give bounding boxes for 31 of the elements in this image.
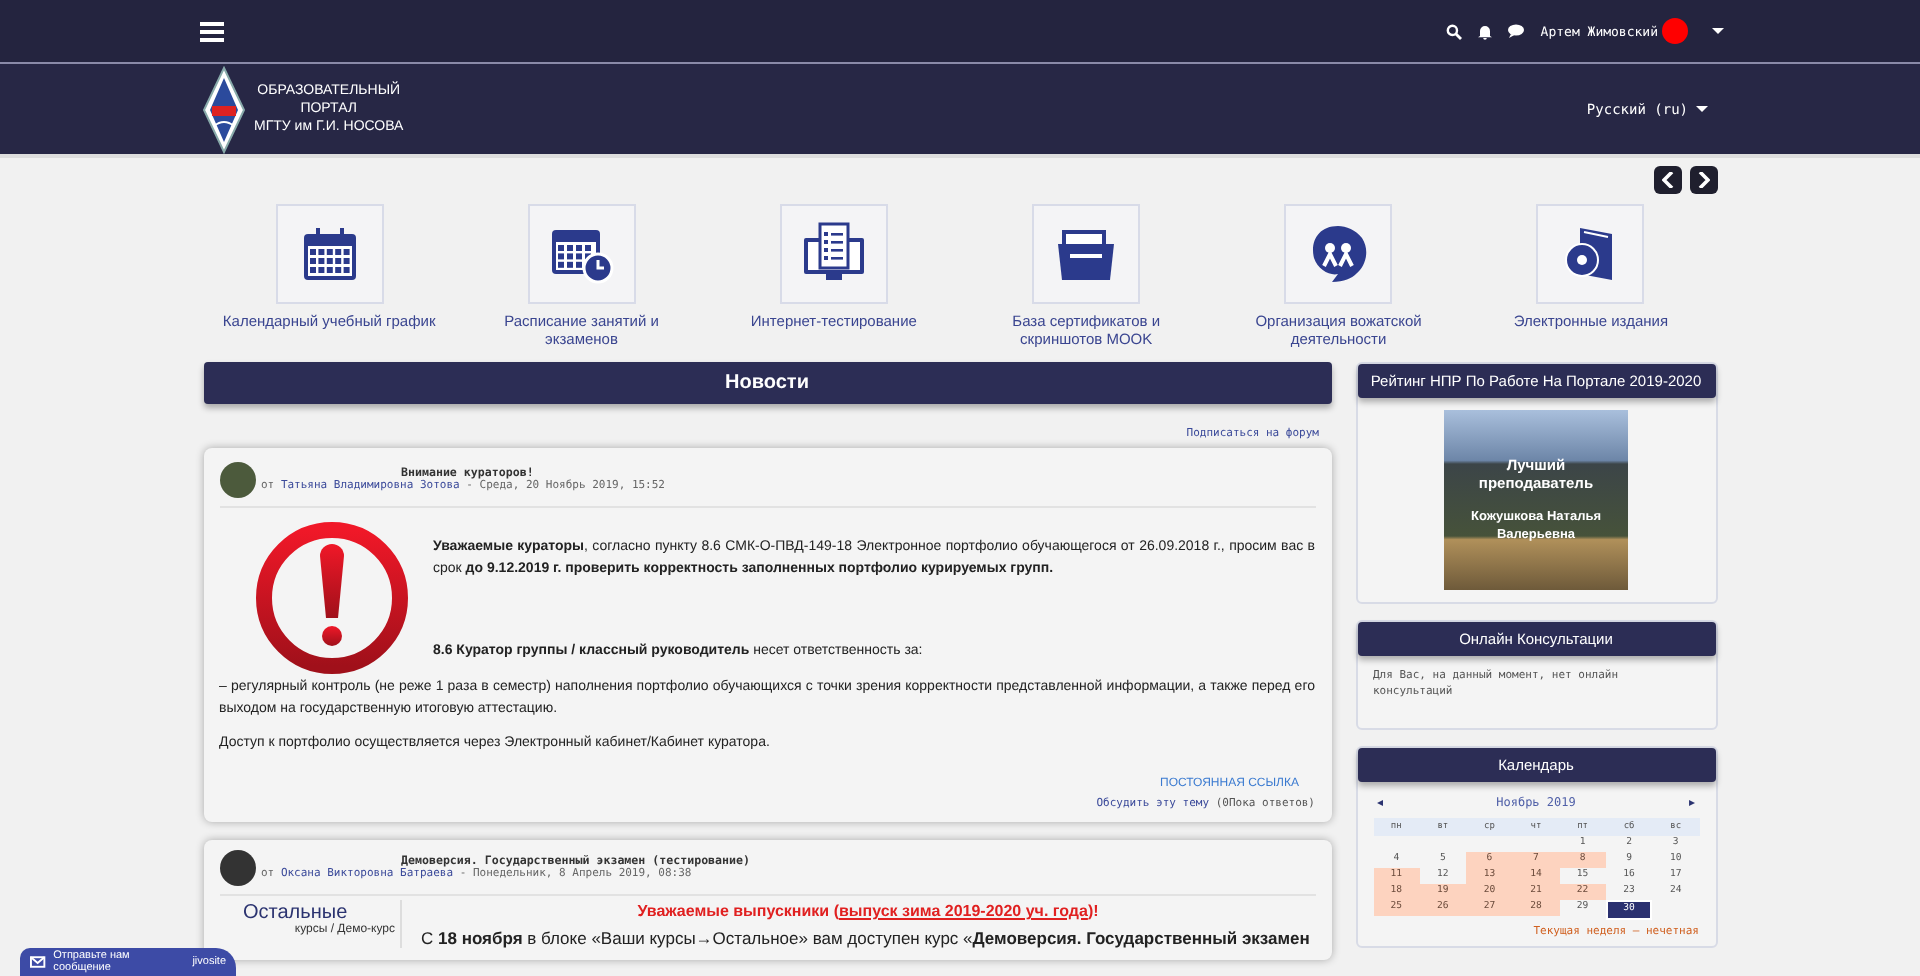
exclamation-icon	[253, 520, 409, 676]
tile-icon-box[interactable]	[779, 204, 888, 304]
calendar-icon	[299, 224, 360, 284]
search-icon[interactable]	[1446, 23, 1463, 39]
logo-icon[interactable]	[202, 65, 246, 153]
menu-icon[interactable]	[200, 21, 224, 41]
envelope-icon	[30, 956, 46, 968]
monitor-checklist-icon	[801, 222, 866, 286]
chevron-right-icon	[1697, 172, 1709, 188]
category-title: Остальные	[243, 902, 348, 924]
chat-icon[interactable]	[1508, 24, 1525, 38]
tile-icon-box[interactable]	[275, 204, 384, 304]
user-avatar[interactable]	[1662, 18, 1688, 44]
caret-icon	[1696, 105, 1708, 113]
announcement-heading: Уважаемые выпускники (выпуск зима 2019-2020 уч. года)!	[635, 902, 1101, 920]
body-paragraph: С 18 ноября в блоке «Ваши курсы→Остальное» вам доступен курс «Демоверсия. Государственный экзамен	[421, 928, 1312, 948]
section-header: Новости	[203, 362, 1331, 404]
tile-icon-box[interactable]	[1284, 204, 1393, 304]
previous-button[interactable]	[1653, 166, 1681, 194]
author-avatar	[219, 462, 255, 498]
bell-icon[interactable]	[1478, 23, 1493, 39]
caret-icon[interactable]	[1712, 27, 1724, 35]
tile-icon-box[interactable]	[527, 204, 636, 304]
author-avatar	[219, 850, 255, 886]
tile-icon-box[interactable]	[1536, 204, 1645, 304]
chevron-left-icon	[1661, 172, 1673, 188]
folder-icon	[1056, 226, 1117, 282]
tile-icon-box[interactable]	[1032, 204, 1141, 304]
heading-link[interactable]: выпуск зима 2019-2020 уч. года	[838, 902, 1088, 920]
calendar-clock-icon	[549, 224, 614, 284]
next-button[interactable]	[1689, 166, 1717, 194]
